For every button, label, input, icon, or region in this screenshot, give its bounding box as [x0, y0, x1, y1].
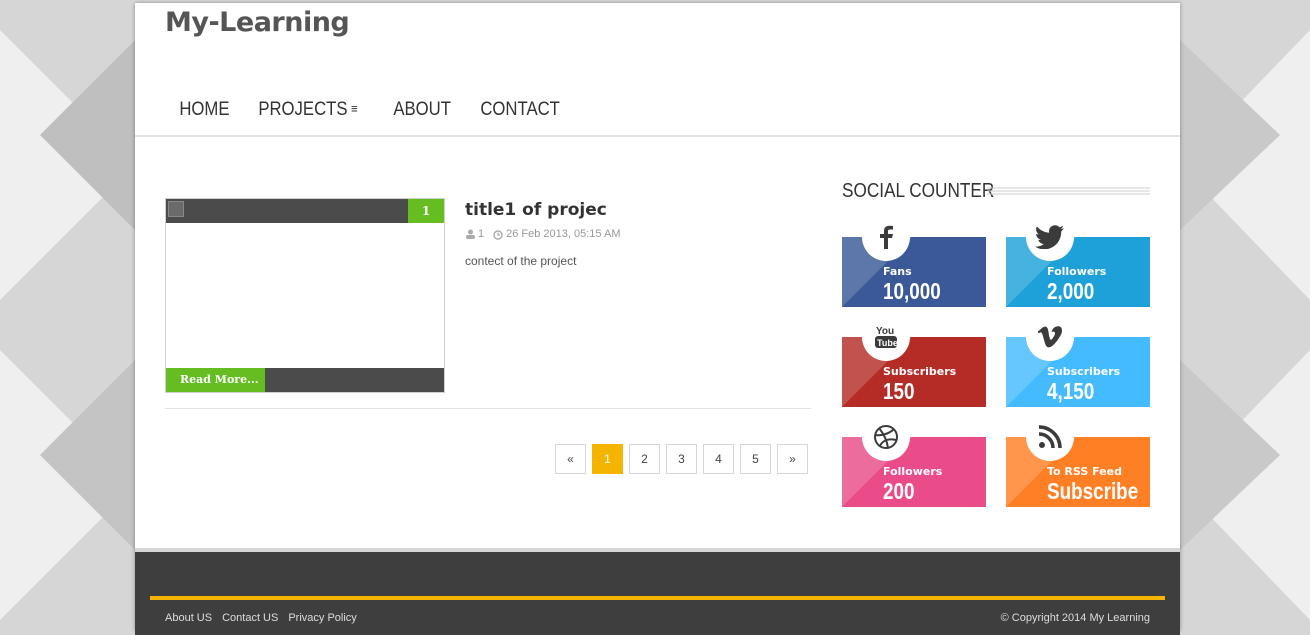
- counter-label: Subscribers: [1047, 365, 1121, 378]
- page-container: My-Learning HOME PROJECTS ≡ ABOUT CONTACT…: [135, 3, 1180, 635]
- user-icon: [466, 229, 475, 239]
- rss-icon: [1026, 413, 1074, 461]
- footer-link-about[interactable]: About US: [165, 612, 212, 624]
- alarm-clock-icon: [493, 229, 503, 240]
- counter-label: Followers: [883, 465, 943, 478]
- nav-item-projects[interactable]: PROJECTS ≡: [246, 89, 370, 137]
- sidebar-title: SOCIAL COUNTER: [842, 180, 995, 202]
- social-counter-dribbble[interactable]: Followers 200: [842, 413, 986, 507]
- pagination: « 1 2 3 4 5 »: [555, 444, 814, 474]
- read-more-button[interactable]: Read More...: [166, 368, 265, 392]
- counter-label: Subscribers: [883, 365, 957, 378]
- counter-value: Subscribe: [1047, 478, 1139, 504]
- counter-value: 2,000: [1047, 278, 1095, 304]
- vimeo-icon: [1026, 313, 1074, 361]
- social-counter-rss[interactable]: To RSS Feed Subscribe: [1006, 413, 1150, 507]
- site-title[interactable]: My-Learning: [165, 7, 350, 38]
- post-title[interactable]: title1 of projec: [465, 200, 607, 220]
- twitter-icon: [1026, 213, 1074, 261]
- nav-label-contact: CONTACT: [480, 99, 561, 120]
- nav-item-about[interactable]: ABOUT: [381, 89, 463, 137]
- counter-label: Followers: [1047, 265, 1107, 278]
- nav-divider: [135, 135, 1180, 137]
- pagination-page-4[interactable]: 4: [703, 444, 734, 474]
- pagination-prev[interactable]: «: [555, 444, 586, 474]
- youtube-icon: You Tube: [862, 313, 910, 361]
- footer: About US Contact US Privacy Policy © Cop…: [135, 548, 1180, 635]
- nav-item-contact[interactable]: CONTACT: [468, 89, 572, 137]
- nav-label-projects: PROJECTS: [258, 99, 348, 120]
- content-divider: [165, 408, 811, 409]
- counter-value: 150: [883, 378, 915, 404]
- pagination-page-1[interactable]: 1: [592, 444, 623, 474]
- svg-text:Tube: Tube: [877, 338, 898, 348]
- counter-value: 4,150: [1047, 378, 1095, 404]
- counter-value: 200: [883, 478, 915, 504]
- broken-image-icon: [168, 201, 184, 217]
- pagination-next[interactable]: »: [777, 444, 808, 474]
- dribbble-icon: [862, 413, 910, 461]
- title-decoration-lines: [987, 187, 1150, 195]
- nav-label-about: ABOUT: [393, 99, 451, 120]
- post-meta: 1 26 Feb 2013, 05:15 AM: [465, 228, 621, 240]
- copyright-text: © Copyright 2014 My Learning: [1000, 612, 1150, 624]
- footer-link-privacy[interactable]: Privacy Policy: [288, 612, 356, 624]
- post-thumbnail[interactable]: 1 Read More...: [165, 198, 445, 393]
- submenu-icon: ≡: [351, 101, 358, 116]
- nav-item-home[interactable]: HOME: [167, 89, 242, 137]
- post-number-badge: 1: [408, 199, 444, 223]
- facebook-icon: [862, 213, 910, 261]
- counter-label: Fans: [883, 265, 912, 278]
- post-date: 26 Feb 2013, 05:15 AM: [506, 228, 621, 240]
- nav-label-home: HOME: [179, 99, 230, 120]
- thumbnail-header-bar: [166, 199, 444, 223]
- social-counter-youtube[interactable]: You Tube Subscribers 150: [842, 313, 986, 407]
- social-counter-facebook[interactable]: Fans 10,000: [842, 213, 986, 307]
- counter-label: To RSS Feed: [1047, 465, 1122, 478]
- footer-links: About US Contact US Privacy Policy: [165, 612, 367, 624]
- footer-link-contact[interactable]: Contact US: [222, 612, 278, 624]
- counter-value: 10,000: [883, 278, 941, 304]
- pagination-page-5[interactable]: 5: [740, 444, 771, 474]
- social-counter-twitter[interactable]: Followers 2,000: [1006, 213, 1150, 307]
- main-nav: HOME PROJECTS ≡ ABOUT CONTACT: [167, 89, 581, 137]
- svg-text:You: You: [876, 326, 894, 337]
- post-author-count: 1: [478, 228, 485, 240]
- post-excerpt: contect of the project: [465, 254, 577, 268]
- pagination-page-3[interactable]: 3: [666, 444, 697, 474]
- social-counter-vimeo[interactable]: Subscribers 4,150: [1006, 313, 1150, 407]
- pagination-page-2[interactable]: 2: [629, 444, 660, 474]
- footer-accent-bar: [150, 596, 1165, 600]
